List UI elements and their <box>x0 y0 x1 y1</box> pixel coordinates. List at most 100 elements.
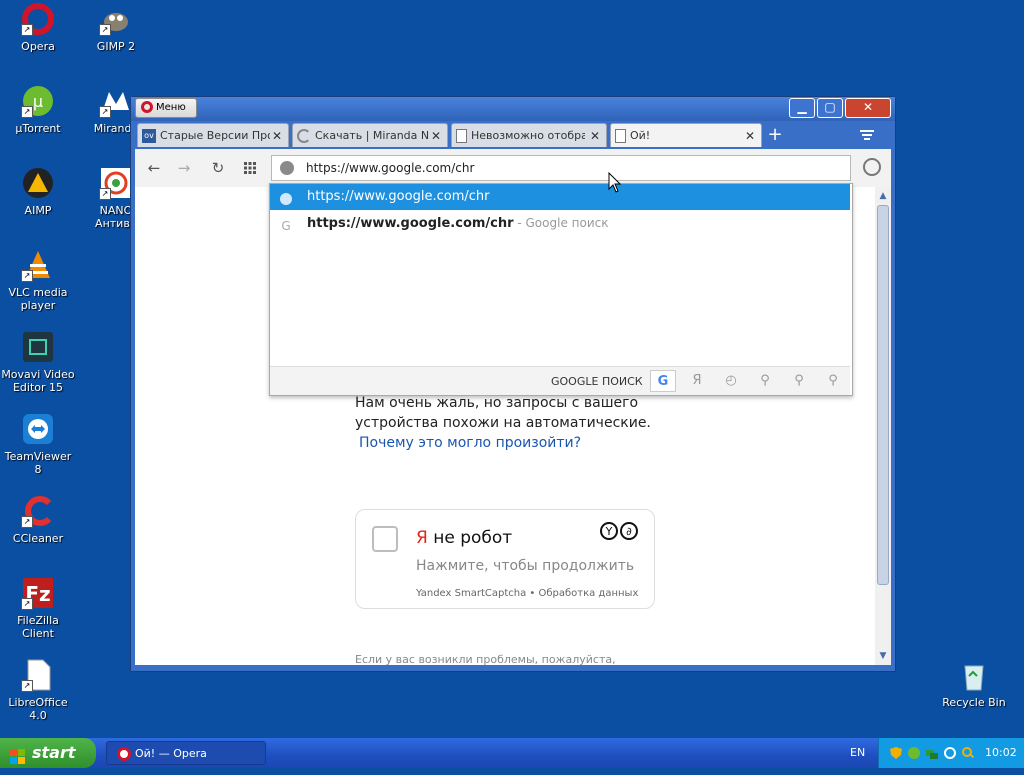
desktop-icon-recycle-bin[interactable]: Recycle Bin <box>936 658 1012 709</box>
tab-close-icon[interactable]: ✕ <box>745 124 755 147</box>
desktop-icon-vlc[interactable]: ↗ VLC media player <box>0 248 76 312</box>
start-label: start <box>32 743 76 762</box>
google-engine-icon[interactable]: G <box>650 370 676 392</box>
desktop-icon-opera[interactable]: ↗ Opera <box>0 2 76 53</box>
desktop-icon-utorrent[interactable]: µ ↗ µTorrent <box>0 84 76 135</box>
desktop-icon-label: FileZilla Client <box>17 614 59 640</box>
desktop-icon-gimp[interactable]: ↗ GIMP 2 <box>78 2 154 53</box>
tab-old-versions[interactable]: ov Старые Версии Прог ✕ <box>137 123 289 147</box>
back-arrow-icon[interactable]: ← <box>145 159 163 177</box>
yandex-captcha-logo-icon: Y ∂ <box>600 522 642 544</box>
title-bar[interactable]: Меню ▁ ▢ ✕ <box>131 97 895 121</box>
aimp-icon <box>21 166 55 200</box>
clock[interactable]: 10:02 <box>985 746 1017 759</box>
filezilla-icon: Fz ↗ <box>21 576 55 610</box>
vlc-icon: ↗ <box>21 248 55 282</box>
shortcut-arrow-icon: ↗ <box>99 188 111 200</box>
speed-dial-icon[interactable] <box>241 159 259 177</box>
sync-icon[interactable] <box>943 746 957 760</box>
desktop-icon-libreoffice[interactable]: ↗ LibreOffice 4.0 <box>0 658 76 722</box>
tab-miranda-download[interactable]: Скачать | Miranda N ✕ <box>292 123 448 147</box>
maximize-button[interactable]: ▢ <box>817 98 843 118</box>
recycle-bin-icon <box>957 658 991 692</box>
shortcut-arrow-icon: ↗ <box>99 106 111 118</box>
close-button[interactable]: ✕ <box>845 98 891 118</box>
desktop-icon-label: GIMP 2 <box>96 40 136 53</box>
ccleaner-icon: ↗ <box>21 494 55 528</box>
address-bar[interactable] <box>271 155 851 181</box>
address-input[interactable] <box>306 158 806 178</box>
captcha-title: Я не робот <box>416 528 513 548</box>
language-indicator[interactable]: EN <box>850 746 865 759</box>
tab-close-icon[interactable]: ✕ <box>272 124 282 147</box>
network-icon[interactable] <box>925 746 939 760</box>
desktop-icon-movavi[interactable]: Movavi Video Editor 15 <box>0 330 76 394</box>
loading-icon <box>297 129 311 143</box>
utorrent-icon: µ ↗ <box>21 84 55 118</box>
miranda-icon: ↗ <box>99 84 133 118</box>
scrollbar-thumb[interactable] <box>877 205 889 585</box>
minimize-button[interactable]: ▁ <box>789 98 815 118</box>
desktop-icon-label: Movavi Video Editor 15 <box>1 368 75 394</box>
desktop-icon-label: VLC media player <box>8 286 68 312</box>
task-label: Ой! — Opera <box>135 747 207 760</box>
tab-menu-icon[interactable] <box>859 127 875 143</box>
teamviewer-icon <box>21 412 55 446</box>
search-icon[interactable]: ⚲ <box>786 370 812 392</box>
menu-label: Меню <box>156 102 186 113</box>
suggestion-url[interactable]: https://www.google.com/chr <box>270 184 850 210</box>
scroll-down-icon[interactable]: ▼ <box>877 650 889 662</box>
search-engine-label: GOOGLE ПОИСК <box>551 375 643 388</box>
libreoffice-icon: ↗ <box>21 658 55 692</box>
suggestion-google-search[interactable]: G https://www.google.com/chr - Google по… <box>270 210 850 236</box>
svg-text:G: G <box>281 219 290 232</box>
message-line-1: Нам очень жаль, но запросы с вашего <box>355 395 639 411</box>
desktop-icon-label: Recycle Bin <box>942 696 1006 709</box>
address-suggestions: https://www.google.com/chr G https://www… <box>269 183 853 396</box>
new-tab-button[interactable]: + <box>763 124 787 146</box>
engine-icon[interactable]: ◴ <box>718 370 744 392</box>
globe-icon <box>280 161 294 175</box>
opera-icon: ↗ <box>21 2 55 36</box>
page-icon <box>615 129 626 143</box>
shield-icon[interactable] <box>889 746 903 760</box>
desktop-icon-filezilla[interactable]: Fz ↗ FileZilla Client <box>0 576 76 640</box>
reload-icon[interactable]: ↻ <box>209 159 227 177</box>
why-link[interactable]: Почему это могло произойти? <box>359 433 651 453</box>
desktop-icon-aimp[interactable]: AIMP <box>0 166 76 217</box>
svg-text:µ: µ <box>33 92 43 111</box>
start-button[interactable]: start <box>0 738 96 768</box>
volume-icon[interactable] <box>961 746 975 760</box>
search-icon[interactable]: ⚲ <box>752 370 778 392</box>
captcha-footer[interactable]: Yandex SmartCaptcha • Обработка данных <box>416 588 638 599</box>
desktop-icon-label: LibreOffice 4.0 <box>8 696 68 722</box>
captcha-checkbox[interactable] <box>372 526 398 552</box>
tab-title: Старые Версии Прог <box>160 129 270 142</box>
nano-antivirus-icon: ↗ <box>99 166 133 200</box>
forward-arrow-icon[interactable]: → <box>175 159 193 177</box>
desktop-icon-label: µTorrent <box>15 122 61 135</box>
desktop-icon-ccleaner[interactable]: ↗ CCleaner <box>0 494 76 545</box>
utorrent-tray-icon[interactable] <box>907 746 921 760</box>
tab-title: Скачать | Miranda N <box>315 129 429 142</box>
tab-oops[interactable]: Ой! ✕ <box>610 123 762 147</box>
tab-close-icon[interactable]: ✕ <box>590 124 600 147</box>
opera-logo-icon <box>141 101 153 113</box>
desktop-icon-teamviewer[interactable]: TeamViewer 8 <box>0 412 76 476</box>
search-icon[interactable]: ⚲ <box>820 370 846 392</box>
search-engine-bar: GOOGLE ПОИСК G Я ◴ ⚲ ⚲ ⚲ <box>270 366 850 395</box>
scroll-up-icon[interactable]: ▲ <box>877 190 889 202</box>
account-icon[interactable] <box>863 158 881 176</box>
shortcut-arrow-icon: ↗ <box>99 24 111 36</box>
tab-cannot-display[interactable]: Невозможно отобра ✕ <box>451 123 607 147</box>
tab-close-icon[interactable]: ✕ <box>431 124 441 147</box>
taskbar-item-opera[interactable]: Ой! — Opera <box>106 741 266 765</box>
yandex-engine-icon[interactable]: Я <box>684 370 710 392</box>
opera-icon <box>117 747 131 761</box>
opera-menu-button[interactable]: Меню <box>135 98 197 118</box>
shortcut-arrow-icon: ↗ <box>21 680 33 692</box>
mouse-cursor-icon <box>608 171 622 197</box>
vertical-scrollbar[interactable]: ▲ ▼ <box>875 187 891 665</box>
taskbar: start Ой! — Opera EN 10:02 <box>0 738 1024 768</box>
desktop-icon-label: CCleaner <box>12 532 64 545</box>
